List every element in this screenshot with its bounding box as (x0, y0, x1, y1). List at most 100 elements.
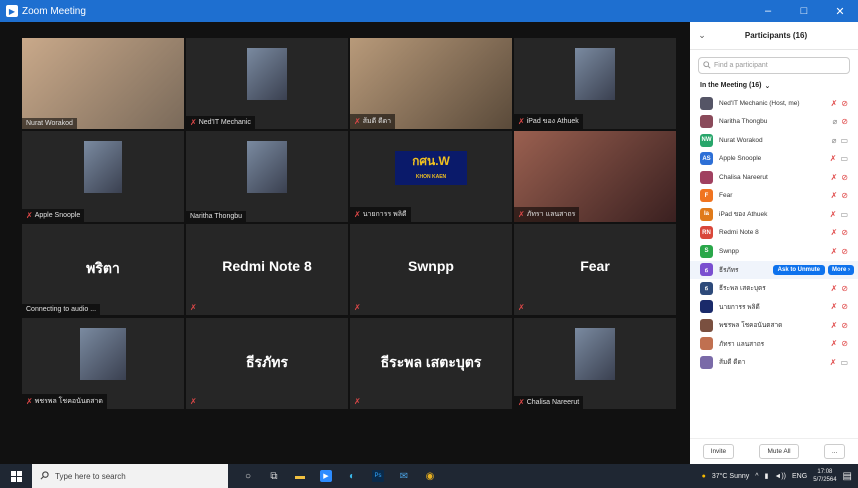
participant-row[interactable]: RN Redmi Note 8 ✗ ⊘ (690, 224, 858, 243)
participant-row[interactable]: Naritha Thongbu ⌀ ⊘ (690, 113, 858, 132)
more-options-button[interactable]: ... (823, 444, 846, 459)
participant-search-input[interactable]: Find a participant (698, 57, 850, 74)
more-button[interactable]: More › (828, 264, 854, 275)
participant-name: Apple Snoople (719, 155, 762, 163)
mic-off-icon: ✗ (830, 339, 838, 349)
video-tile[interactable]: กศน.W KHON KAEN ✗ นายการร พลิดี (350, 131, 512, 222)
language-indicator[interactable]: ENG (792, 473, 807, 480)
participant-display-name: พริตา (86, 260, 120, 276)
tile-name: Nurat Worakod (26, 120, 73, 127)
video-tile[interactable]: Redmi Note 8 ✗ (186, 224, 348, 315)
avatar (700, 96, 713, 110)
cortana-icon[interactable]: ○ (242, 470, 254, 482)
video-feed (84, 141, 122, 193)
taskbar-apps: ○ ⧉ ▬ ▶ ◐ Ps ✉ ◉ (242, 470, 436, 482)
participant-row[interactable]: F Fear ✗ ⊘ (690, 187, 858, 206)
mic-off-icon: ✗ (190, 397, 197, 406)
video-feed (575, 48, 615, 100)
mic-off-icon: ✗ (354, 397, 361, 406)
tile-name-label: ✗ iPad ของ Athuek (514, 114, 583, 129)
status-icons: ✗ ⊘ (826, 302, 858, 311)
participant-row[interactable]: ส้มดี ดีดา ✗ ▭ (690, 353, 858, 372)
close-button[interactable]: ✕ (822, 0, 858, 22)
ask-to-unmute-button[interactable]: Ask to Unmute (772, 264, 825, 275)
windows-start-icon[interactable] (0, 464, 32, 488)
video-tile[interactable]: ✗ iPad ของ Athuek (514, 38, 676, 129)
video-tile[interactable]: ✗ ส้มดี ดีดา (350, 38, 512, 129)
participant-row[interactable]: NW Nurat Worakod ⌀ ▭ (690, 131, 858, 150)
video-tile[interactable]: ธีรภัทร ✗ (186, 318, 348, 409)
minimize-button[interactable]: – (750, 0, 786, 22)
video-tile[interactable]: พริตา Connecting to audio ... (22, 224, 184, 315)
participant-list: Ned'IT Mechanic (Host, me) ✗ ⊘ Naritha Thon… (690, 94, 858, 372)
participant-display-name: ธีระพล เสตะบุตร (380, 354, 482, 370)
status-icons: ✗ ⊘ (826, 339, 858, 348)
mic-icon: ⌀ (832, 117, 838, 127)
mic-icon: ⌀ (831, 135, 837, 145)
participant-row[interactable]: พชรพล โชคอนันตสาด ✗ ⊘ (690, 316, 858, 335)
mail-icon[interactable]: ✉ (398, 470, 410, 482)
tile-name-label: ✗ พชรพล โชคอนันตสาด (22, 394, 107, 409)
maximize-button[interactable]: □ (786, 0, 822, 22)
collapse-chevron-icon[interactable]: ⌄ (690, 30, 714, 41)
video-tile[interactable]: ✗ พชรพล โชคอนันตสาด (22, 318, 184, 409)
edge-icon[interactable]: ◐ (346, 470, 358, 482)
status-icons: ⌀ ⊘ (826, 117, 858, 126)
video-tile[interactable]: ✗ ภัทรา แลนสาถร (514, 131, 676, 222)
tile-name-label: ✗ Apple Snoople (22, 209, 85, 222)
weather-text[interactable]: 37°C Sunny (712, 473, 749, 480)
participant-name: ส้มดี ดีดา (719, 359, 746, 367)
video-off-icon: ⊘ (841, 339, 848, 349)
video-tile[interactable]: ✗ Chalisa Nareerut (514, 318, 676, 409)
notifications-icon[interactable]: ▤ (843, 471, 852, 482)
section-header[interactable]: In the Meeting (16) ⌄ (700, 82, 858, 90)
search-icon (40, 470, 49, 482)
status-icons: ✗ ⊘ (826, 173, 858, 182)
video-icon: ▭ (840, 135, 848, 145)
video-tile[interactable]: Naritha Thongbu (186, 131, 348, 222)
participant-row[interactable]: ภัทรา แลนสาถร ✗ ⊘ (690, 335, 858, 354)
participant-row[interactable]: AS Apple Snoople ✗ ▭ (690, 150, 858, 169)
search-placeholder: Find a participant (714, 62, 768, 69)
participant-name: นายการร พลิดี (719, 303, 760, 311)
zoom-taskbar-icon[interactable]: ▶ (320, 470, 332, 482)
audio-status: Connecting to audio ... (22, 304, 101, 315)
mute-all-button[interactable]: Mute All (759, 444, 799, 459)
participant-row[interactable]: ธ ธีรภัทร Ask to Unmute More › (690, 260, 858, 279)
participant-row[interactable]: Ia iPad ของ Athuek ✗ ▭ (690, 205, 858, 224)
tile-name: Apple Snoople (34, 212, 81, 219)
video-tile[interactable]: ธีระพล เสตะบุตร ✗ (350, 318, 512, 409)
video-tile[interactable]: Nurat Worakod (22, 38, 184, 129)
participant-row[interactable]: Ned'IT Mechanic (Host, me) ✗ ⊘ (690, 94, 858, 113)
status-icons: ✗ ▭ (826, 210, 858, 219)
status-icons: ⌀ ▭ (826, 136, 858, 145)
participant-row[interactable]: S Swnpp ✗ ⊘ (690, 242, 858, 261)
chrome-icon[interactable]: ◉ (424, 470, 436, 482)
tray-chevron-icon[interactable]: ^ (755, 473, 758, 480)
participant-name: Redmi Note 8 (719, 229, 759, 237)
participant-row[interactable]: ธ ธีระพล เสตะบุตร ✗ ⊘ (690, 279, 858, 298)
photoshop-icon[interactable]: Ps (372, 470, 384, 482)
panel-header: ⌄ Participants (16) (690, 22, 858, 50)
mic-off-icon: ✗ (354, 117, 361, 126)
file-explorer-icon[interactable]: ▬ (294, 470, 306, 482)
tile-name: ส้มดี ดีดา (362, 118, 392, 125)
weather-icon: ● (701, 472, 706, 480)
clock[interactable]: 17:08 5/7/2564 (813, 468, 836, 484)
video-tile[interactable]: ✗ Ned'IT Mechanic (186, 38, 348, 129)
video-tile[interactable]: ✗ Apple Snoople (22, 131, 184, 222)
video-off-icon: ⊘ (841, 117, 848, 127)
status-icons: ✗ ▭ (826, 358, 858, 367)
participant-row[interactable]: นายการร พลิดี ✗ ⊘ (690, 298, 858, 317)
video-tile[interactable]: Fear ✗ (514, 224, 676, 315)
panel-footer: Invite Mute All ... (690, 438, 858, 464)
section-label: In the Meeting (16) (700, 82, 762, 89)
task-view-icon[interactable]: ⧉ (268, 470, 280, 482)
video-tile[interactable]: Swnpp ✗ (350, 224, 512, 315)
network-icon[interactable]: ▮ (765, 472, 769, 480)
participant-row[interactable]: Chalisa Nareerut ✗ ⊘ (690, 168, 858, 187)
volume-icon[interactable]: ◄)) (774, 473, 786, 480)
invite-button[interactable]: Invite (702, 444, 735, 459)
taskbar-search-input[interactable]: Type here to search (32, 464, 228, 488)
avatar (700, 337, 713, 351)
